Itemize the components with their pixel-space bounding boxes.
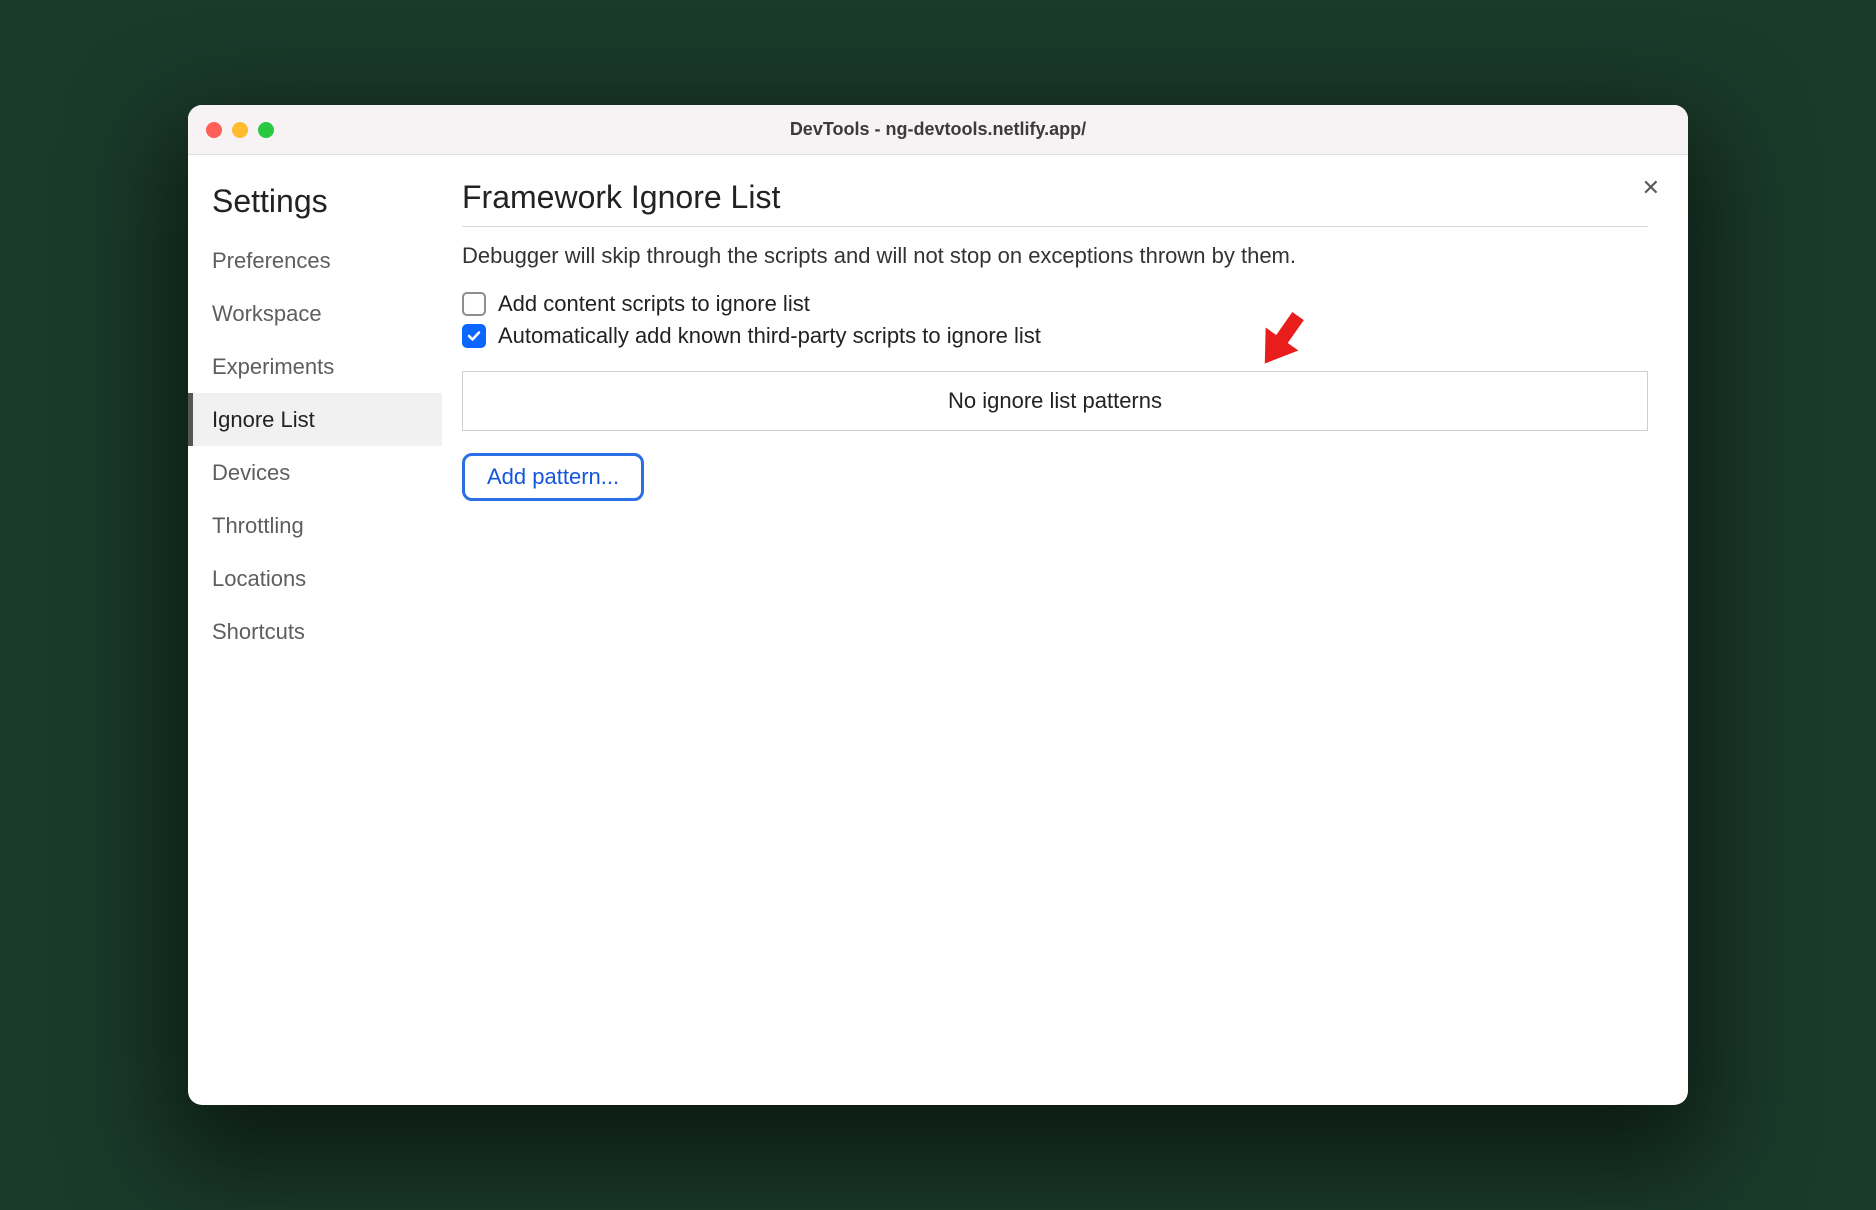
sidebar-item-preferences[interactable]: Preferences [188,234,442,287]
window-maximize-button[interactable] [258,122,274,138]
sidebar-item-locations[interactable]: Locations [188,552,442,605]
window-close-button[interactable] [206,122,222,138]
sidebar-item-throttling[interactable]: Throttling [188,499,442,552]
main-panel: Framework Ignore List Debugger will skip… [442,155,1688,1105]
third-party-label[interactable]: Automatically add known third-party scri… [498,323,1041,349]
sidebar-item-experiments[interactable]: Experiments [188,340,442,393]
sidebar-item-shortcuts[interactable]: Shortcuts [188,605,442,658]
checkmark-icon [466,328,482,344]
description-text: Debugger will skip through the scripts a… [462,243,1648,269]
traffic-lights [206,122,274,138]
content-scripts-checkbox[interactable] [462,292,486,316]
content-area: ✕ Settings Preferences Workspace Experim… [188,155,1688,1105]
window-minimize-button[interactable] [232,122,248,138]
close-icon[interactable]: ✕ [1642,177,1660,199]
sidebar-item-ignore-list[interactable]: Ignore List [188,393,442,446]
window-title: DevTools - ng-devtools.netlify.app/ [188,119,1688,140]
checkbox-row-third-party: Automatically add known third-party scri… [462,323,1648,349]
empty-patterns-text: No ignore list patterns [948,388,1162,413]
third-party-checkbox[interactable] [462,324,486,348]
arrow-annotation-icon [1237,299,1327,384]
settings-heading: Settings [188,175,442,234]
titlebar: DevTools - ng-devtools.netlify.app/ [188,105,1688,155]
content-scripts-label[interactable]: Add content scripts to ignore list [498,291,810,317]
page-title: Framework Ignore List [462,179,1648,227]
checkbox-row-content-scripts: Add content scripts to ignore list [462,291,1648,317]
sidebar-item-workspace[interactable]: Workspace [188,287,442,340]
add-pattern-button[interactable]: Add pattern... [462,453,644,501]
sidebar-item-devices[interactable]: Devices [188,446,442,499]
settings-sidebar: Settings Preferences Workspace Experimen… [188,155,442,1105]
ignore-patterns-list: No ignore list patterns [462,371,1648,431]
devtools-settings-window: DevTools - ng-devtools.netlify.app/ ✕ Se… [188,105,1688,1105]
